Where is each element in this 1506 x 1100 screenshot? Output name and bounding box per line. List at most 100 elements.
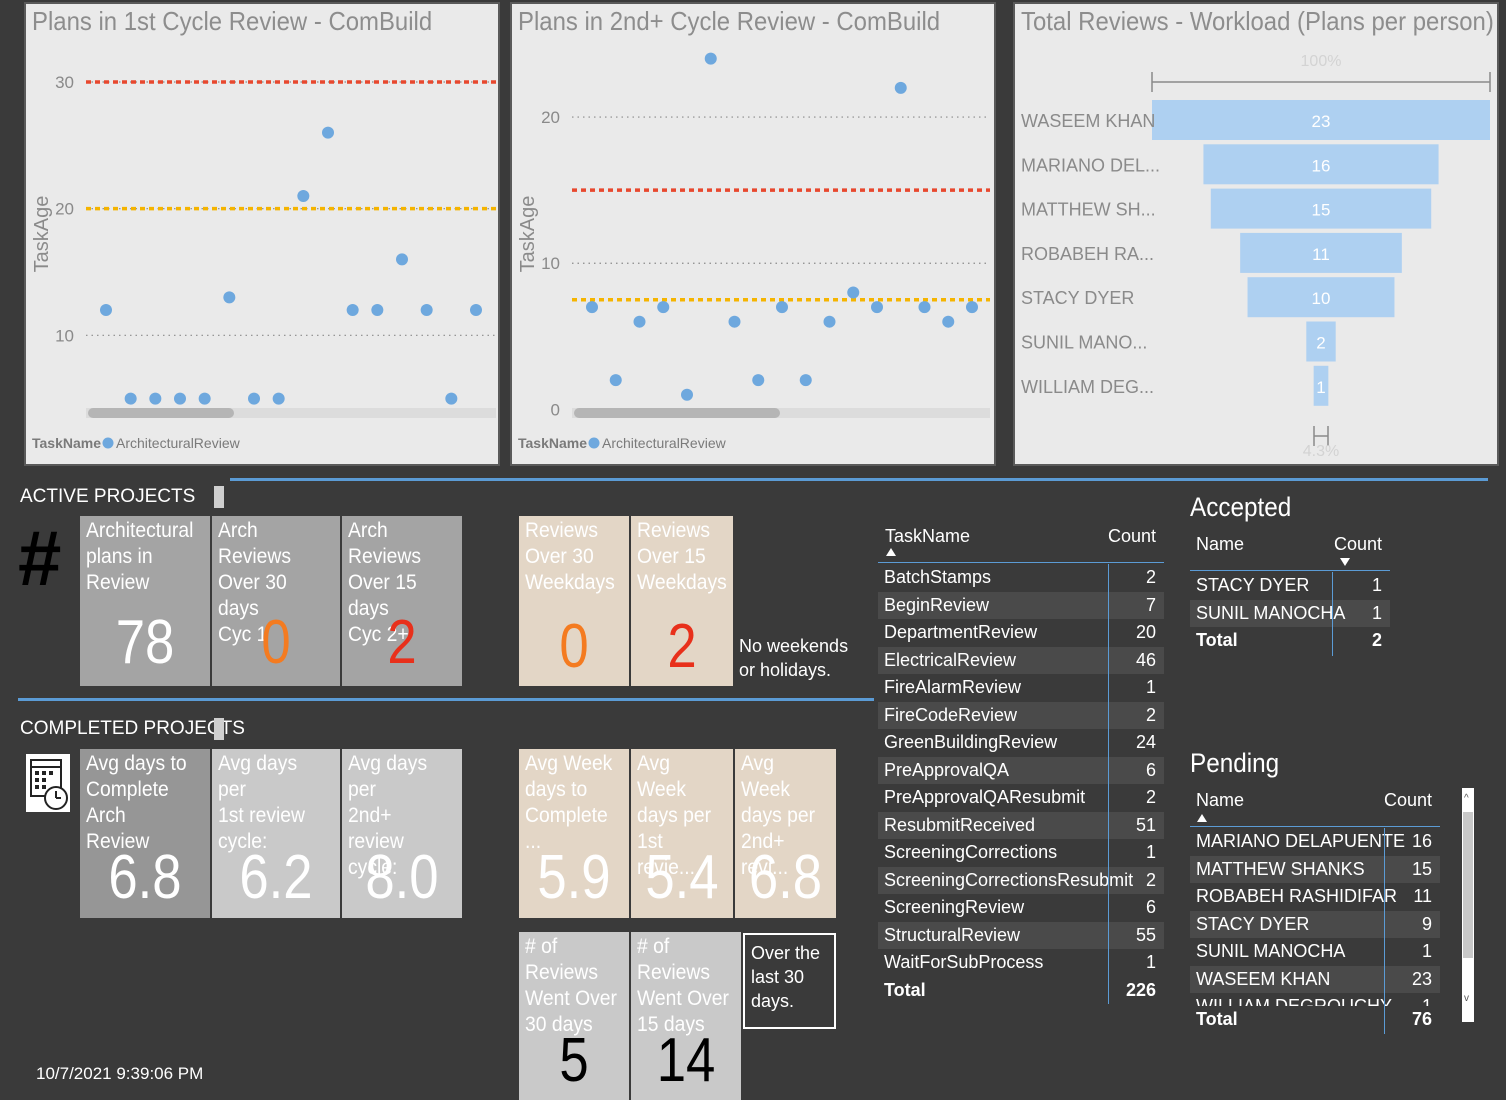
card-value: 6.8	[748, 843, 823, 912]
table-row[interactable]: ROBABEH RASHIDIFAR 11	[1190, 883, 1440, 911]
completed-projects-slicer[interactable]	[214, 718, 224, 740]
card-label: # of Reviews Went Over 15 days	[637, 935, 729, 1036]
table-row[interactable]: StructuralReview 55	[878, 921, 1164, 949]
card-value: 78	[115, 608, 175, 677]
card-value: 2	[387, 608, 417, 677]
table-row[interactable]: WASEEM KHAN 23	[1190, 965, 1440, 993]
data-point	[223, 291, 236, 304]
sort-down-icon	[1340, 558, 1350, 566]
table-row[interactable]: BatchStamps 2	[878, 564, 1164, 592]
task-col-separator	[1108, 564, 1109, 1004]
accepted-col-name-header[interactable]: Name	[1196, 534, 1244, 555]
cell-count: 2	[1145, 567, 1156, 587]
card-reviews-over-30-days[interactable]: # of Reviews Went Over 30 days 5	[519, 932, 629, 1100]
cell-name: WASEEM KHAN	[1196, 968, 1331, 989]
cell-count: 46	[1135, 649, 1156, 670]
pending-col-separator	[1384, 828, 1385, 1034]
accepted-col-count-header[interactable]: Count	[1334, 534, 1382, 555]
card-arch-over-30-cyc1[interactable]: Arch Reviews Over 30 days Cyc 1 0	[212, 516, 340, 686]
legend-title: TaskName	[32, 435, 101, 451]
table-row[interactable]: ElectricalReview 46	[878, 646, 1164, 674]
card-arch-plans-in-review[interactable]: Architectural plans in Review 78	[80, 516, 210, 686]
table-row[interactable]: MARIANO DELAPUENTE 16	[1190, 828, 1440, 856]
task-header-underline	[878, 562, 1164, 563]
cell-count: 51	[1135, 814, 1156, 835]
table-row[interactable]: FireCodeReview 2	[878, 701, 1164, 729]
pending-title: Pending	[1190, 748, 1280, 778]
table-row[interactable]: SUNIL MANOCHA 1	[1190, 599, 1390, 627]
card-reviews-over-30-weekdays[interactable]: Reviews Over 30 Weekdays 0	[519, 516, 629, 686]
data-point	[942, 315, 955, 328]
table-row[interactable]: STACY DYER 1	[1190, 572, 1390, 600]
cell-name: ResubmitReceived	[884, 814, 1036, 835]
calendar-clock-icon	[26, 754, 70, 812]
data-point	[681, 388, 693, 401]
cell-name: BeginReview	[884, 594, 990, 615]
chevron-up-icon[interactable]: ^	[1464, 794, 1469, 804]
table-row[interactable]: WaitForSubProcess 1	[878, 949, 1164, 977]
pending-header-underline	[1190, 826, 1440, 827]
no-weekends-note: No weekends or holidays.	[739, 636, 849, 680]
table-row[interactable]: FireAlarmReview 1	[878, 674, 1164, 702]
card-value: 8.0	[365, 843, 439, 912]
cell-name: StructuralReview	[884, 924, 1021, 945]
data-point	[966, 301, 978, 314]
table-row[interactable]: BeginReview 7	[878, 591, 1164, 619]
completed-separator-line	[18, 698, 874, 701]
cell-name: GreenBuildingReview	[884, 732, 1058, 752]
table-row[interactable]: GreenBuildingReview 24	[878, 729, 1164, 757]
data-point	[174, 392, 186, 405]
card-avg-weekdays-complete[interactable]: Avg Week days to Complete ... 5.9	[519, 749, 629, 918]
table-row[interactable]: PreApprovalQA 6	[878, 756, 1164, 784]
funnel-category-label: MATTHEW SH...	[1021, 200, 1156, 220]
table-row[interactable]: STACY DYER 9	[1190, 910, 1440, 938]
y-tick-label: 10	[541, 254, 560, 273]
card-avg-weekdays-1st[interactable]: Avg Week days per 1st revie... 5.4	[631, 749, 733, 918]
data-point	[346, 304, 359, 316]
table-row[interactable]: ScreeningReview 6	[878, 894, 1164, 922]
card-arch-over-15-cyc2[interactable]: Arch Reviews Over 15 days Cyc 2+ 2	[342, 516, 462, 686]
table-row[interactable]: ResubmitReceived 51	[878, 811, 1164, 839]
table-row[interactable]: ScreeningCorrectionsResubmit 2	[878, 866, 1164, 894]
accepted-col-separator	[1332, 572, 1333, 656]
active-projects-slicer[interactable]	[214, 486, 224, 508]
card-label: Avg Week days to Complete ...	[525, 752, 613, 853]
task-col-count-header[interactable]: Count	[1108, 526, 1156, 547]
card-value: 5.9	[537, 843, 611, 912]
card-avg-days-1st-cycle[interactable]: Avg days per 1st review cycle: 6.2	[212, 749, 340, 918]
completed-projects-label: COMPLETED PROJECTS	[20, 718, 245, 739]
funnel-category-label: STACY DYER	[1021, 288, 1134, 308]
scrollbar-thumb[interactable]	[1463, 812, 1473, 958]
funnel-top-label: 100%	[1301, 53, 1342, 70]
chevron-down-icon[interactable]: v	[1464, 994, 1469, 1004]
accepted-table: Name Count STACY DYER 1 SUNIL MANOCHA 1 Tota…	[1190, 530, 1390, 658]
active-projects-label: ACTIVE PROJECTS	[20, 486, 196, 507]
total-label: Total	[884, 979, 926, 1000]
sort-up-icon	[1197, 814, 1207, 822]
table-row[interactable]: DepartmentReview 20	[878, 619, 1164, 647]
cell-name: SUNIL MANOCHA	[1196, 602, 1346, 623]
cell-count: 9	[1421, 913, 1432, 934]
task-col-name-header[interactable]: TaskName	[885, 526, 970, 547]
card-avg-days-complete[interactable]: Avg days to Complete Arch Review 6.8	[80, 749, 210, 918]
table-row[interactable]: PreApprovalQAResubmit 2	[878, 784, 1164, 812]
pending-col-count-header[interactable]: Count	[1384, 790, 1432, 811]
table-row[interactable]: ScreeningCorrections 1	[878, 839, 1164, 867]
total-label: Total	[1196, 630, 1238, 650]
cell-count: 6	[1145, 897, 1156, 917]
data-point	[248, 392, 260, 405]
data-point	[871, 301, 883, 314]
table-row[interactable]: MATTHEW SHANKS 15	[1190, 855, 1440, 883]
y-axis-label: TaskAge	[517, 196, 539, 273]
card-avg-days-2nd-cycle[interactable]: Avg days per 2nd+ review cycle: 8.0	[342, 749, 462, 918]
cell-name: ScreeningCorrections	[884, 842, 1058, 862]
chart-workload-svg: 100% WASEEM KHAN 23 MARIANO DEL... 16 MATTHEW…	[1021, 53, 1491, 460]
card-reviews-over-15-days[interactable]: # of Reviews Went Over 15 days 14	[631, 932, 741, 1100]
pending-col-name-header[interactable]: Name	[1196, 790, 1244, 811]
pending-scrollbar[interactable]: ^ v	[1462, 788, 1474, 1022]
card-reviews-over-15-weekdays[interactable]: Reviews Over 15 Weekdays 2	[631, 516, 733, 686]
data-point	[297, 190, 310, 202]
table-row[interactable]: SUNIL MANOCHA 1	[1190, 938, 1440, 966]
card-avg-weekdays-2nd[interactable]: Avg Week days per 2nd+ revi... 6.8	[735, 749, 836, 918]
cell-name: ScreeningReview	[884, 897, 1025, 917]
